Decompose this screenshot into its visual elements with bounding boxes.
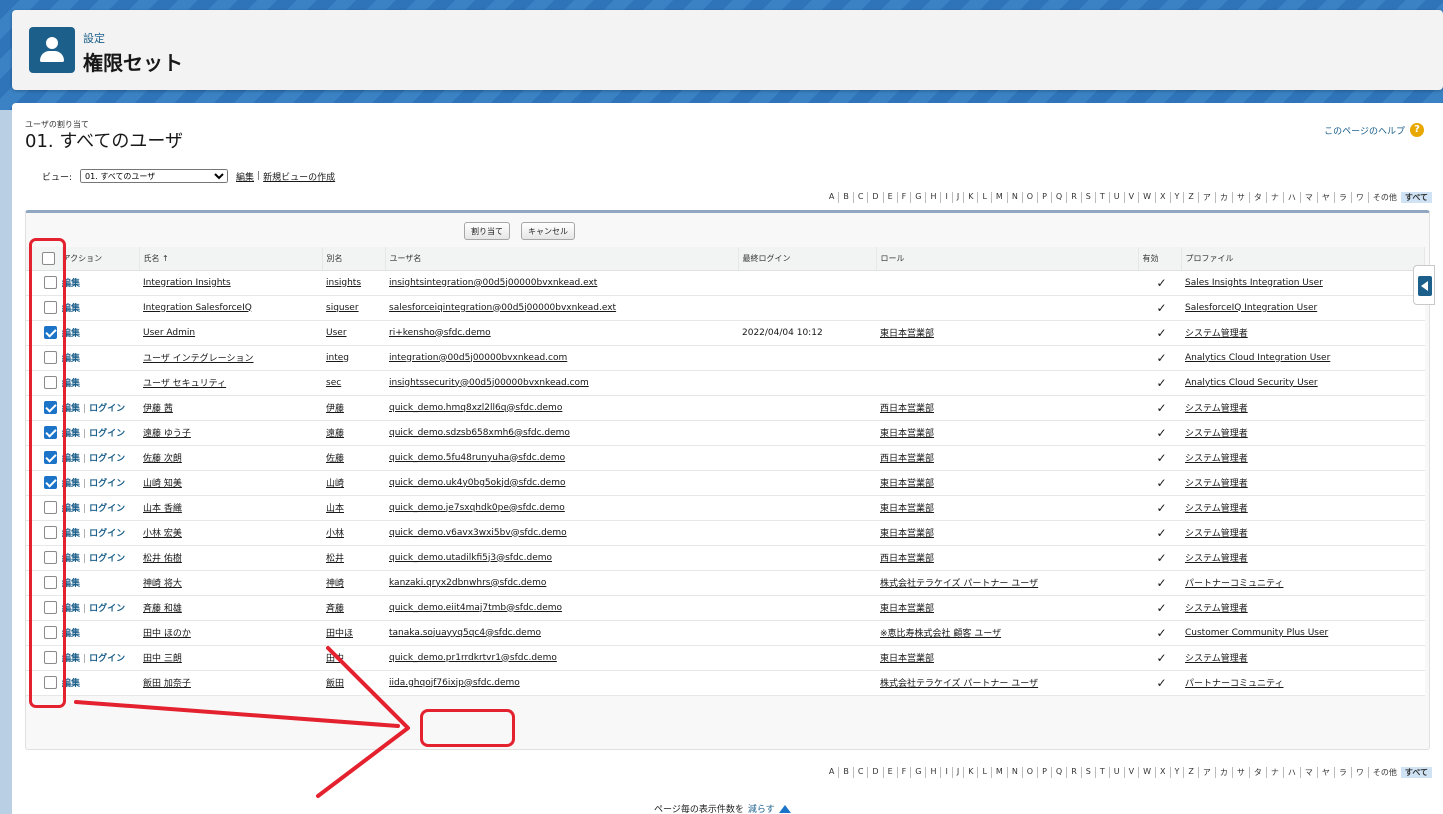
annotation-arrows (74, 646, 410, 798)
annotation-arrow-line (74, 700, 400, 728)
